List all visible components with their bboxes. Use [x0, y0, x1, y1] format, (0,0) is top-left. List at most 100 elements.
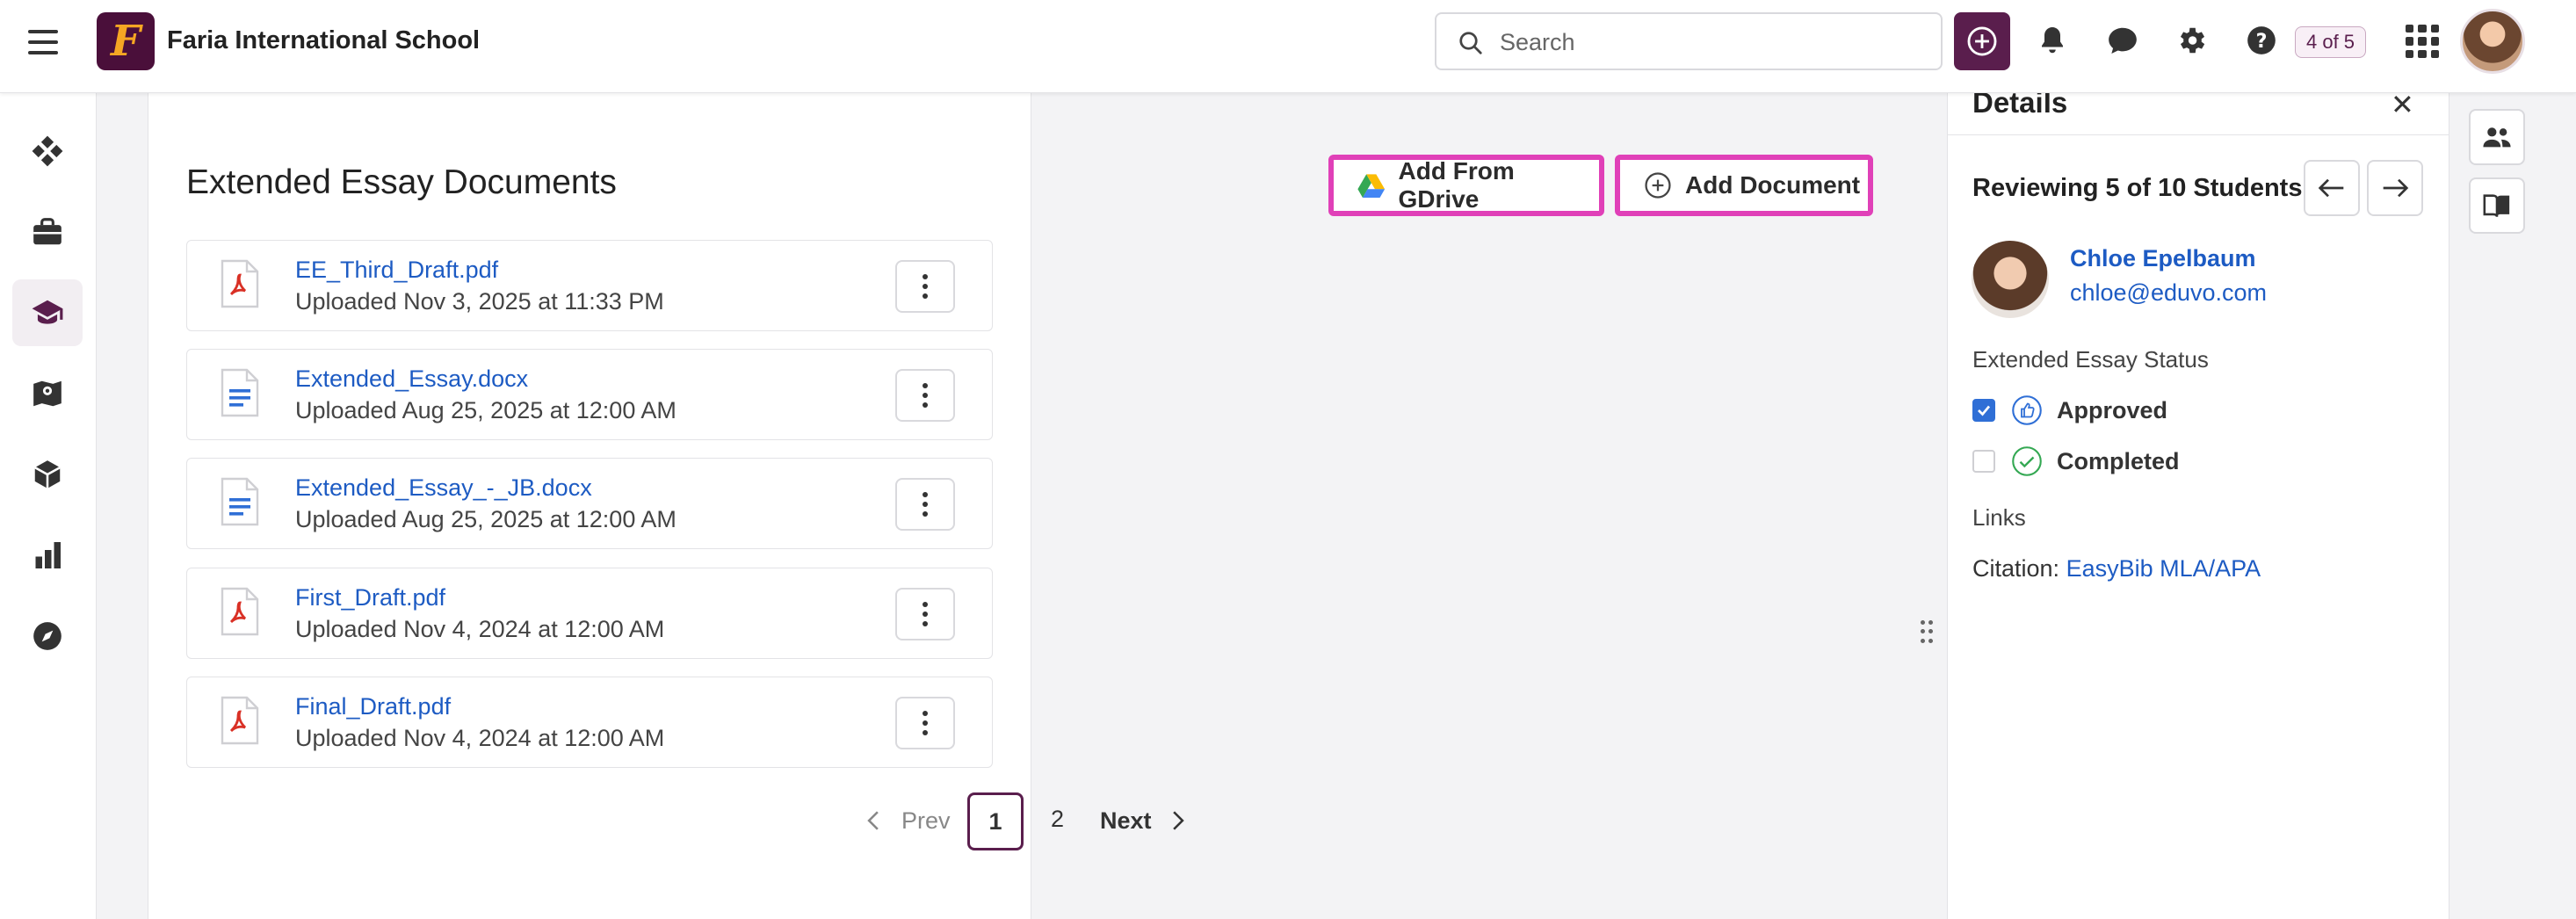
citation-prefix: Citation:	[1972, 555, 2060, 582]
nav-explore[interactable]	[12, 603, 83, 669]
help-question-icon[interactable]: ?	[2242, 21, 2281, 60]
document-upload-date: Uploaded Aug 25, 2025 at 12:00 AM	[295, 506, 677, 532]
citation-link[interactable]: EasyBib MLA/APA	[2066, 555, 2261, 582]
nav-academics[interactable]	[12, 279, 83, 346]
completed-checkbox[interactable]	[1972, 450, 1995, 473]
document-upload-date: Uploaded Nov 4, 2024 at 12:00 AM	[295, 616, 665, 642]
plus-circle-icon	[1967, 26, 1997, 56]
status-approved-row: Approved	[1972, 394, 2167, 426]
essay-status-heading: Extended Essay Status	[1972, 346, 2209, 373]
close-icon[interactable]: ✕	[2391, 93, 2414, 121]
document-more-options-icon[interactable]	[895, 588, 955, 640]
nav-reports[interactable]	[12, 522, 83, 589]
left-nav-rail	[0, 93, 97, 919]
reviewing-status: Reviewing 5 of 10 Students	[1972, 174, 2303, 202]
counter-badge: 4 of 5	[2295, 26, 2367, 58]
next-student-button[interactable]	[2367, 160, 2423, 216]
graduation-cap-icon	[32, 300, 63, 324]
create-new-button[interactable]	[1954, 12, 2010, 70]
pagination-page-current[interactable]: 1	[967, 792, 1024, 850]
search-input[interactable]: Search	[1435, 12, 1943, 70]
pdf-file-icon	[221, 587, 259, 636]
diamond-grid-icon	[32, 135, 63, 167]
briefcase-icon	[33, 218, 62, 245]
page-title: Extended Essay Documents	[186, 163, 617, 201]
search-placeholder: Search	[1500, 29, 1575, 55]
thumbs-up-icon	[2011, 394, 2043, 426]
status-completed-row: Completed	[1972, 445, 2180, 477]
settings-gear-icon[interactable]	[2172, 21, 2211, 60]
logo-letter: F	[110, 17, 141, 66]
map-pin-book-icon	[33, 380, 62, 407]
document-more-options-icon[interactable]	[895, 369, 955, 422]
check-circle-icon	[2011, 445, 2043, 477]
hamburger-menu-icon[interactable]	[28, 30, 58, 54]
messages-chat-icon[interactable]	[2103, 21, 2142, 60]
document-link[interactable]: EE_Third_Draft.pdf	[295, 257, 498, 284]
panel-resize-handle-icon[interactable]	[1921, 620, 1933, 645]
cube-icon	[34, 460, 61, 488]
nav-cas[interactable]	[12, 360, 83, 427]
document-row: Final_Draft.pdf Uploaded Nov 4, 2024 at …	[186, 677, 993, 768]
chevron-left-icon	[867, 811, 879, 830]
reference-panel-button[interactable]	[2469, 177, 2525, 234]
chevron-right-icon	[1172, 811, 1184, 830]
doc-file-icon	[221, 477, 259, 526]
document-row: First_Draft.pdf Uploaded Nov 4, 2024 at …	[186, 568, 993, 659]
pagination-page-2[interactable]: 2	[1051, 806, 1064, 833]
completed-label: Completed	[2057, 447, 2180, 474]
document-link[interactable]: Extended_Essay.docx	[295, 365, 528, 393]
document-more-options-icon[interactable]	[895, 697, 955, 749]
add-document-button[interactable]: Add Document	[1615, 155, 1873, 216]
nav-dashboard[interactable]	[12, 118, 83, 185]
document-upload-date: Uploaded Nov 3, 2025 at 11:33 PM	[295, 288, 664, 315]
book-open-icon	[2483, 194, 2510, 217]
document-row: EE_Third_Draft.pdf Uploaded Nov 3, 2025 …	[186, 240, 993, 331]
nav-resources[interactable]	[12, 441, 83, 508]
approved-label: Approved	[2057, 396, 2168, 423]
add-from-gdrive-button[interactable]: Add From GDrive	[1328, 155, 1604, 216]
arrow-left-icon	[2318, 178, 2344, 198]
nav-briefcase[interactable]	[12, 199, 83, 265]
search-icon	[1459, 32, 1482, 54]
notifications-bell-icon[interactable]	[2033, 21, 2072, 60]
pagination-prev[interactable]: Prev	[865, 792, 951, 849]
user-avatar[interactable]	[2460, 9, 2525, 74]
pagination-next[interactable]: Next	[1100, 792, 1187, 849]
document-link[interactable]: Final_Draft.pdf	[295, 693, 451, 720]
document-upload-date: Uploaded Nov 4, 2024 at 12:00 AM	[295, 725, 665, 751]
people-icon	[2483, 127, 2511, 148]
document-row: Extended_Essay.docx Uploaded Aug 25, 202…	[186, 349, 993, 440]
student-avatar	[1972, 241, 2049, 318]
bar-chart-icon	[35, 542, 61, 568]
document-row: Extended_Essay_-_JB.docx Uploaded Aug 25…	[186, 458, 993, 549]
student-email-link[interactable]: chloe@eduvo.com	[2070, 279, 2267, 307]
add-document-label: Add Document	[1685, 171, 1861, 199]
document-link[interactable]: Extended_Essay_-_JB.docx	[295, 474, 592, 502]
plus-circle-icon	[1645, 172, 1671, 199]
arrow-right-icon	[2383, 178, 2409, 198]
student-name-link[interactable]: Chloe Epelbaum	[2070, 245, 2256, 272]
document-more-options-icon[interactable]	[895, 260, 955, 313]
document-upload-date: Uploaded Aug 25, 2025 at 12:00 AM	[295, 397, 677, 423]
school-logo[interactable]: F	[97, 12, 155, 70]
document-link[interactable]: First_Draft.pdf	[295, 584, 445, 611]
compass-icon	[33, 622, 62, 650]
people-panel-button[interactable]	[2469, 109, 2525, 165]
approved-checkbox[interactable]	[1972, 399, 1995, 422]
apps-grid-icon[interactable]	[2406, 25, 2439, 58]
check-icon	[1978, 405, 1991, 416]
document-more-options-icon[interactable]	[895, 478, 955, 531]
pdf-file-icon	[221, 696, 259, 745]
google-drive-icon	[1357, 174, 1386, 198]
school-name[interactable]: Faria International School	[167, 26, 480, 55]
details-header: Details ✕	[1948, 93, 2450, 135]
citation-line: Citation: EasyBib MLA/APA	[1972, 555, 2261, 583]
top-bar: F Faria International School Search ? 4 …	[0, 0, 2576, 93]
svg-text:?: ?	[2256, 30, 2268, 53]
pdf-file-icon	[221, 259, 259, 308]
pagination-prev-label: Prev	[901, 807, 951, 834]
previous-student-button[interactable]	[2304, 160, 2360, 216]
details-title: Details	[1972, 93, 2068, 119]
pagination-next-label: Next	[1100, 807, 1152, 834]
